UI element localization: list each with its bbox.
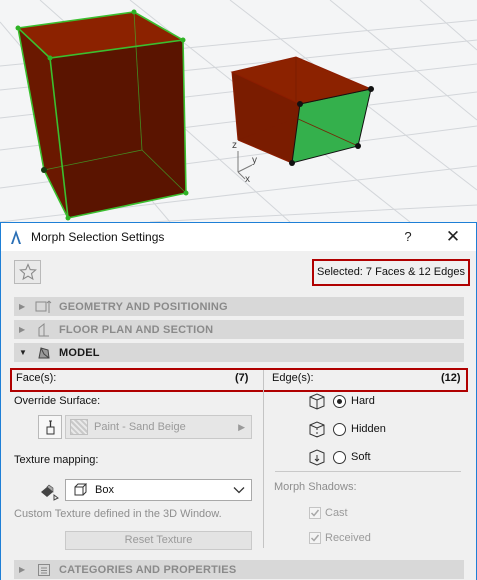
check-icon bbox=[310, 534, 320, 542]
section-label: GEOMETRY AND POSITIONING bbox=[59, 300, 228, 313]
radio-hard[interactable] bbox=[333, 394, 346, 408]
texture-mapping-dropdown[interactable]: Box bbox=[65, 479, 252, 501]
edge-option-label: Soft bbox=[351, 451, 371, 463]
hard-edge-icon bbox=[309, 393, 325, 410]
section-floor-plan-and-section[interactable]: ▶ FLOOR PLAN AND SECTION bbox=[14, 320, 464, 339]
collapse-arrow-icon: ▼ bbox=[19, 348, 27, 357]
3d-scene: z y x bbox=[0, 0, 477, 222]
star-icon bbox=[18, 263, 37, 281]
help-button[interactable]: ? bbox=[397, 227, 419, 247]
cast-shadow-row[interactable]: Cast bbox=[309, 507, 348, 519]
edge-option-soft[interactable]: Soft bbox=[307, 448, 371, 466]
reset-texture-button[interactable]: Reset Texture bbox=[65, 531, 252, 550]
section-model[interactable]: ▼ MODEL bbox=[14, 343, 464, 362]
soft-edge-icon bbox=[309, 449, 325, 466]
expand-arrow-icon: ▶ bbox=[19, 325, 26, 334]
geometry-icon bbox=[35, 299, 53, 315]
edge-option-hard[interactable]: Hard bbox=[307, 392, 375, 410]
check-icon bbox=[310, 509, 320, 517]
texture-mapping-icon bbox=[41, 484, 59, 501]
column-divider bbox=[263, 370, 264, 548]
axis-x-label: x bbox=[245, 174, 250, 185]
surface-dropdown[interactable]: Paint - Sand Beige ▶ bbox=[65, 415, 252, 439]
small-morph-box[interactable] bbox=[230, 56, 374, 166]
texture-mapping-value: Box bbox=[95, 484, 114, 496]
section-label: FLOOR PLAN AND SECTION bbox=[59, 323, 214, 336]
edge-option-label: Hidden bbox=[351, 423, 386, 435]
edge-option-label: Hard bbox=[351, 395, 375, 407]
edges-header: Edge(s): bbox=[272, 372, 314, 384]
axis-z-label: z bbox=[232, 140, 237, 151]
received-shadow-row[interactable]: Received bbox=[309, 532, 371, 544]
texture-mapping-label: Texture mapping: bbox=[14, 454, 99, 466]
expand-arrow-icon: ▶ bbox=[19, 565, 26, 574]
model-icon bbox=[35, 345, 53, 361]
tall-morph-box[interactable] bbox=[15, 9, 189, 221]
dialog-title: Morph Selection Settings bbox=[31, 230, 165, 244]
radio-soft[interactable] bbox=[333, 450, 346, 464]
archicad-logo-icon bbox=[11, 230, 21, 244]
morph-selection-settings-dialog: Morph Selection Settings ? ✕ Selected: 7… bbox=[0, 222, 477, 580]
override-surface-label: Override Surface: bbox=[14, 395, 101, 407]
section-geometry-and-positioning[interactable]: ▶ GEOMETRY AND POSITIONING bbox=[14, 297, 464, 316]
selection-info: Selected: 7 Faces & 12 Edges bbox=[312, 259, 470, 286]
edges-count: (12) bbox=[441, 372, 461, 384]
received-checkbox[interactable] bbox=[309, 532, 321, 544]
paint-brush-icon bbox=[46, 420, 55, 435]
received-label: Received bbox=[325, 532, 371, 544]
texture-note: Custom Texture defined in the 3D Window. bbox=[14, 508, 222, 520]
faces-count: (7) bbox=[235, 372, 249, 384]
favorites-button[interactable] bbox=[14, 260, 41, 284]
cast-checkbox[interactable] bbox=[309, 507, 321, 519]
expand-arrow-icon: ▶ bbox=[19, 302, 26, 311]
chevron-right-icon: ▶ bbox=[238, 421, 245, 432]
hidden-edge-icon bbox=[309, 421, 325, 438]
section-categories-and-properties[interactable]: ▶ CATEGORIES AND PROPERTIES bbox=[14, 560, 464, 579]
cast-label: Cast bbox=[325, 507, 348, 519]
list-icon bbox=[35, 562, 53, 578]
faces-header: Face(s): bbox=[16, 372, 57, 384]
axis-y-label: y bbox=[252, 155, 257, 166]
floor-plan-icon bbox=[35, 322, 53, 338]
morph-shadows-label: Morph Shadows: bbox=[274, 481, 357, 493]
section-label: CATEGORIES AND PROPERTIES bbox=[59, 563, 237, 576]
box-icon bbox=[74, 483, 87, 496]
3d-viewport[interactable]: z y x bbox=[0, 0, 477, 222]
edges-divider bbox=[275, 471, 461, 472]
chevron-down-icon bbox=[233, 487, 245, 494]
surface-swatch bbox=[70, 419, 88, 435]
title-bar[interactable]: Morph Selection Settings ? ✕ bbox=[1, 223, 476, 251]
edge-option-hidden[interactable]: Hidden bbox=[307, 420, 386, 438]
radio-hidden[interactable] bbox=[333, 422, 346, 436]
close-button[interactable]: ✕ bbox=[441, 226, 465, 248]
section-label: MODEL bbox=[59, 346, 100, 359]
surface-value: Paint - Sand Beige bbox=[94, 421, 186, 433]
override-surface-toggle[interactable] bbox=[38, 415, 62, 439]
